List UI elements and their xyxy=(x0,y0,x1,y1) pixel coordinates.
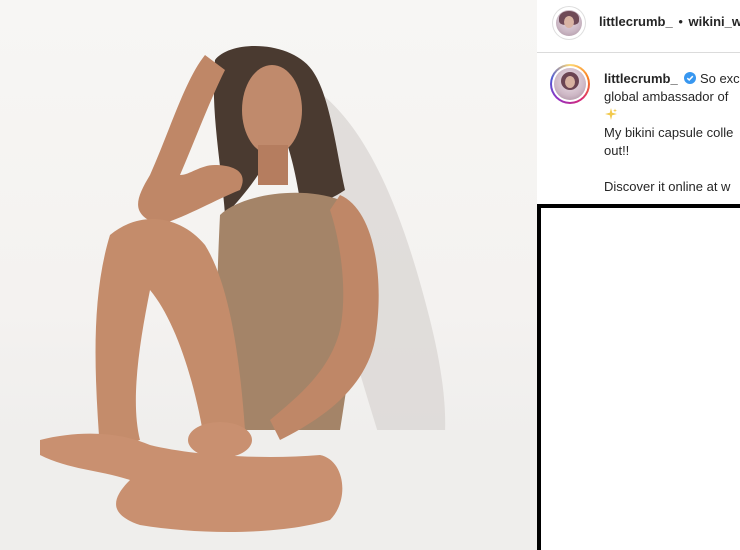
post-photo[interactable] xyxy=(0,0,537,550)
caption-line-4: out!! xyxy=(604,143,630,158)
sparkles-icon xyxy=(605,108,617,120)
overlay-frame-inner xyxy=(541,208,740,550)
caption-line-1: So exc xyxy=(699,71,740,86)
header-avatar[interactable] xyxy=(553,7,585,39)
verified-badge-icon xyxy=(684,72,697,84)
header-separator: • xyxy=(678,14,683,29)
header-username[interactable]: littlecrumb_ xyxy=(599,14,673,29)
post-header: littlecrumb_ • wikini_w xyxy=(537,0,740,53)
caption-line-2: global ambassador of xyxy=(604,89,729,104)
overlay-frame xyxy=(537,204,740,550)
post-photo-image xyxy=(0,46,537,550)
caption-line-3: My bikini capsule colle xyxy=(604,125,734,140)
post-side-panel: littlecrumb_ • wikini_w littlecrumb_ So … xyxy=(537,0,740,550)
caption-line-5: Discover it online at w xyxy=(604,179,731,194)
caption-username[interactable]: littlecrumb_ xyxy=(604,71,678,86)
header-text: littlecrumb_ • wikini_w xyxy=(599,14,740,29)
caption-block: littlecrumb_ So exc global ambassador of… xyxy=(604,70,740,196)
header-location[interactable]: wikini_w xyxy=(689,14,740,29)
caption-avatar[interactable] xyxy=(550,64,590,104)
